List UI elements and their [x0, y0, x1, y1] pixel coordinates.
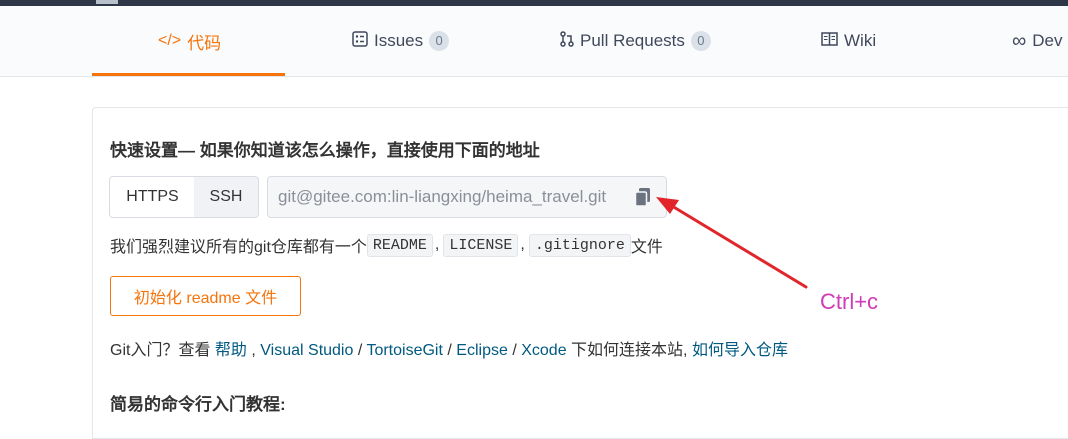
book-icon: [821, 31, 838, 51]
separator: ,: [251, 342, 256, 359]
tortoisegit-link[interactable]: TortoiseGit: [366, 342, 442, 359]
tutorial-heading: 简易的命令行入门教程:: [110, 395, 286, 414]
eclipse-link[interactable]: Eclipse: [456, 342, 508, 359]
pull-requests-count-badge: 0: [690, 31, 711, 51]
repo-tab-bar: </> 代码 Issues 0 Pull Requests 0 Wiki ∞ D…: [0, 6, 1068, 77]
xcode-link[interactable]: Xcode: [521, 342, 566, 359]
https-toggle-button[interactable]: HTTPS: [109, 176, 196, 218]
copy-icon[interactable]: [634, 187, 652, 207]
ctrl-c-annotation: Ctrl+c: [820, 289, 879, 314]
git-help-line: Git入门？查看 帮助 , Visual Studio / TortoiseGi…: [110, 336, 788, 360]
help-prefix: Git入门？查看: [110, 342, 211, 359]
code-icon: </>: [158, 32, 182, 49]
recommend-prefix: 我们强烈建议所有的git仓库都有一个: [110, 239, 367, 256]
issues-count-badge: 0: [429, 31, 450, 51]
quick-setup-heading: 快速设置— 如果你知道该怎么操作，直接使用下面的地址: [110, 141, 540, 160]
separator: ,: [434, 236, 440, 253]
tab-devops-label: Dev: [1032, 31, 1063, 50]
separator: ,: [520, 236, 525, 253]
tab-code[interactable]: </> 代码: [158, 6, 221, 76]
tab-issues[interactable]: Issues 0: [352, 6, 450, 76]
tab-issues-label: Issues: [374, 31, 424, 50]
help-link[interactable]: 帮助: [215, 342, 247, 359]
ssh-toggle-button[interactable]: SSH: [194, 176, 259, 218]
clone-url-box: [267, 176, 667, 218]
separator: /: [512, 342, 517, 359]
header-menu-stub: [96, 0, 118, 4]
import-repo-link[interactable]: 如何导入仓库: [692, 342, 788, 359]
license-code: LICENSE: [443, 233, 519, 257]
tab-pull-requests-label: Pull Requests: [580, 31, 685, 50]
tab-wiki-label: Wiki: [844, 31, 877, 50]
init-readme-button[interactable]: 初始化 readme 文件: [110, 276, 301, 316]
visual-studio-link[interactable]: Visual Studio: [260, 342, 353, 359]
separator: /: [357, 342, 363, 359]
clone-url-input[interactable]: [278, 177, 618, 217]
pull-request-icon: [560, 30, 574, 52]
gitignore-code: .gitignore: [528, 233, 631, 257]
issues-icon: [352, 30, 368, 52]
infinity-icon: ∞: [1012, 29, 1027, 52]
readme-code: README: [366, 233, 433, 257]
active-tab-indicator: [92, 73, 285, 76]
help-middle: 下如何连接本站,: [571, 342, 688, 359]
recommend-suffix: 文件: [630, 239, 663, 256]
tab-code-label: 代码: [187, 33, 222, 53]
tab-wiki[interactable]: Wiki: [821, 6, 876, 76]
separator: /: [447, 342, 452, 359]
recommend-text: 我们强烈建议所有的git仓库都有一个 README , LICENSE , .g…: [110, 233, 663, 257]
tab-devops[interactable]: ∞ Dev: [1012, 6, 1063, 76]
tab-pull-requests[interactable]: Pull Requests 0: [560, 6, 711, 76]
